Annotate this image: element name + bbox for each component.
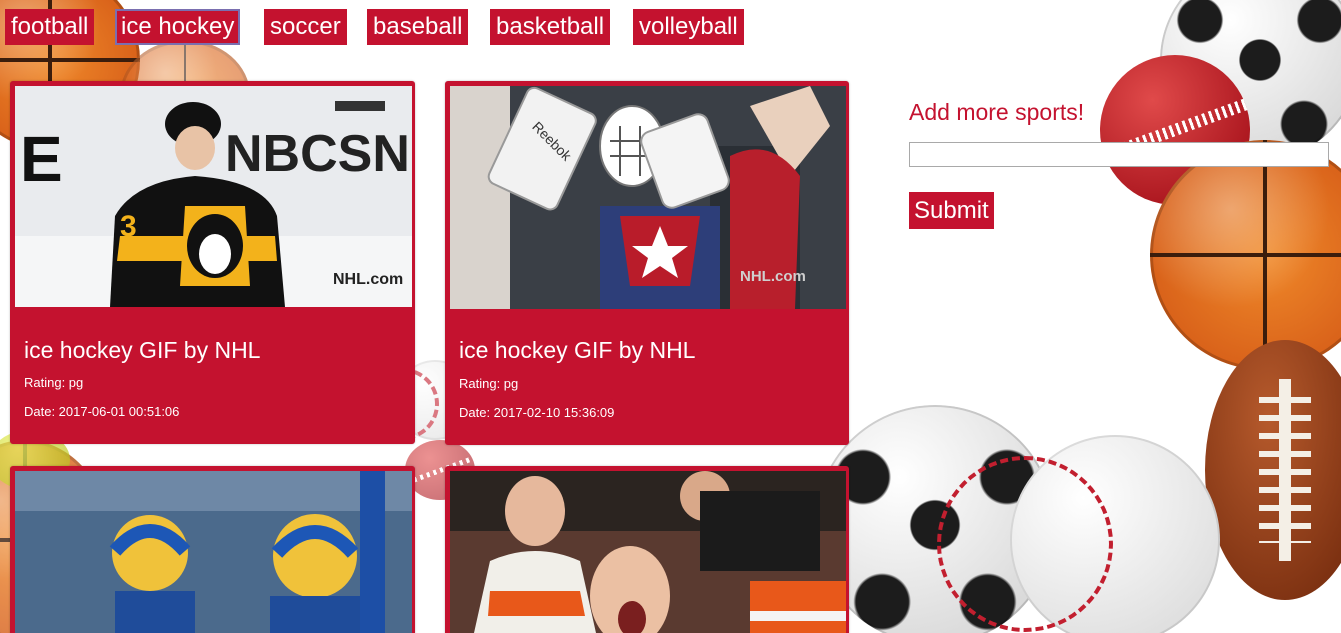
gif-title: ice hockey GIF by NHL [459, 337, 696, 363]
nhl-watermark: NHL.com [740, 268, 806, 285]
new-sport-input[interactable] [909, 142, 1329, 167]
gif-image[interactable]: E NBCSN 3 NHL.com [15, 86, 412, 307]
topic-button-football[interactable]: football [5, 9, 95, 45]
baseball-decoration [936, 435, 1220, 633]
gif-date: Date: 2017-06-01 00:51:06 [24, 404, 180, 419]
goalie-fan-gif-image: Reebok NHL.com [450, 86, 846, 309]
topic-button-soccer[interactable]: soccer [264, 9, 347, 45]
gif-date: Date: 2017-02-10 15:36:09 [459, 405, 615, 420]
gif-rating: Rating: pg [24, 375, 84, 390]
gif-card: Reebok NHL.com ice hockey GIF by NHL Rat… [445, 81, 849, 445]
gif-card [10, 466, 415, 633]
gif-card: E NBCSN 3 NHL.com ice hockey GIF by NHL … [10, 81, 415, 444]
american-football-decoration [1205, 340, 1341, 600]
nbcsn-logo-text: NBCSN [225, 125, 410, 183]
gif-image[interactable]: Reebok NHL.com [450, 86, 846, 309]
svg-text:E: E [20, 123, 63, 195]
topic-button-volleyball[interactable]: volleyball [633, 9, 744, 45]
gif-card [445, 466, 849, 633]
gif-rating: Rating: pg [459, 376, 519, 391]
topic-button-basketball[interactable]: basketball [490, 9, 611, 45]
topic-button-baseball[interactable]: baseball [367, 9, 469, 45]
hockey-player-gif-image: E NBCSN 3 NHL.com [15, 86, 412, 307]
blues-fans-gif-image [15, 471, 412, 633]
svg-text:3: 3 [120, 210, 137, 243]
topic-button-ice-hockey[interactable]: ice hockey [115, 9, 241, 45]
submit-button[interactable]: Submit [909, 192, 994, 229]
gif-image[interactable] [15, 471, 412, 633]
cheering-fans-gif-image [450, 471, 846, 633]
gif-title: ice hockey GIF by NHL [24, 337, 261, 363]
add-sports-heading: Add more sports! [909, 99, 1085, 125]
gif-image[interactable] [450, 471, 846, 633]
nhl-watermark: NHL.com [333, 271, 403, 288]
